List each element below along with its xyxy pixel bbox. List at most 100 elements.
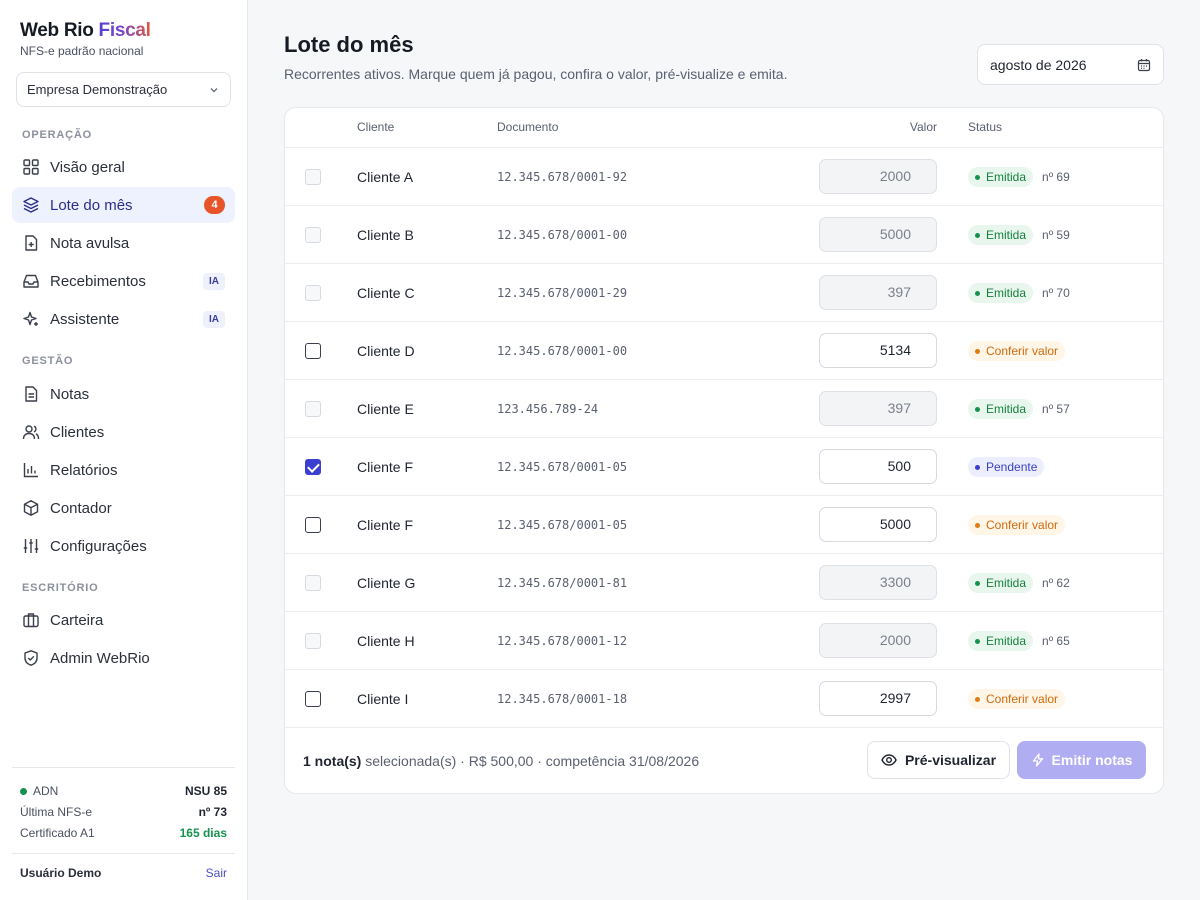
status-label: Conferir valor bbox=[986, 344, 1059, 358]
last-nfse-value: nº 73 bbox=[198, 805, 227, 819]
section-label-operacao: OPERAÇÃO bbox=[22, 129, 92, 141]
status-badge: Emitida bbox=[968, 225, 1034, 245]
valor-input[interactable]: 5000 bbox=[819, 507, 937, 542]
sidebar-item-label: Notas bbox=[50, 385, 90, 403]
brand: Web Rio Fiscal NFS-e padrão nacional bbox=[20, 20, 151, 58]
status-dot-icon bbox=[975, 580, 980, 586]
last-nfse-label: Última NFS-e bbox=[20, 805, 93, 819]
status-cell: Emitida nº 65 bbox=[968, 631, 1070, 651]
chevron-down-icon bbox=[208, 84, 220, 96]
status-badge: Emitida bbox=[968, 631, 1034, 651]
company-selector-value: Empresa Demonstração bbox=[27, 82, 168, 97]
sidebar-item-carteira[interactable]: Carteira bbox=[12, 602, 235, 638]
status-panel: ADN NSU 85 Última NFS-e nº 73 Certificad… bbox=[12, 767, 235, 840]
status-cell: Conferir valor bbox=[968, 689, 1066, 709]
status-badge: Emitida bbox=[968, 167, 1034, 187]
sidebar-item-label: Clientes bbox=[50, 423, 105, 441]
cliente-cell: Cliente F bbox=[357, 459, 414, 475]
user-name: Usuário Demo bbox=[20, 866, 102, 880]
cliente-cell: Cliente G bbox=[357, 575, 416, 591]
column-header-valor: Valor bbox=[909, 120, 937, 134]
sidebar-item-lote-do-mes[interactable]: Lote do mês 4 bbox=[12, 187, 235, 223]
status-dot-icon bbox=[975, 406, 980, 412]
documento-cell: 12.345.678/0001-92 bbox=[497, 170, 628, 184]
table-row: Cliente B 12.345.678/0001-00 5000 Emitida nº… bbox=[285, 206, 1163, 264]
cliente-cell: Cliente E bbox=[357, 401, 414, 417]
status-label: Emitida bbox=[986, 228, 1027, 242]
status-badge: Emitida bbox=[968, 399, 1034, 419]
sidebar-item-admin-webrio[interactable]: Admin WebRio bbox=[12, 640, 235, 676]
valor-input: 3300 bbox=[819, 565, 937, 600]
sidebar-item-label: Visão geral bbox=[50, 158, 125, 176]
emit-notes-button-label: Emitir notas bbox=[1051, 752, 1133, 768]
ia-badge: IA bbox=[203, 310, 225, 328]
valor-input: 2000 bbox=[819, 159, 937, 194]
company-selector[interactable]: Empresa Demonstração bbox=[16, 72, 231, 107]
table-row: Cliente D 12.345.678/0001-00 5134 Conferir … bbox=[285, 322, 1163, 380]
adn-value: NSU 85 bbox=[184, 784, 227, 798]
sidebar-item-label: Contador bbox=[50, 499, 112, 517]
valor-input[interactable]: 5134 bbox=[819, 333, 937, 368]
selected-count: 1 nota(s) bbox=[303, 753, 362, 769]
preview-button[interactable]: Pré-visualizar bbox=[867, 741, 1010, 779]
ia-badge: IA bbox=[203, 272, 225, 290]
sidebar-item-visao-geral[interactable]: Visão geral bbox=[12, 149, 235, 185]
status-cell: Emitida nº 57 bbox=[968, 399, 1070, 419]
sidebar-item-recebimentos[interactable]: Recebimentos IA bbox=[12, 263, 235, 299]
month-picker[interactable]: agosto de 2026 bbox=[977, 44, 1164, 85]
sliders-icon bbox=[22, 537, 40, 555]
nota-number: nº 57 bbox=[1042, 402, 1070, 416]
cliente-cell: Cliente D bbox=[357, 343, 415, 359]
row-checkbox bbox=[305, 633, 321, 649]
status-dot-icon bbox=[975, 638, 980, 644]
valor-input: 397 bbox=[819, 391, 937, 426]
file-text-icon bbox=[22, 385, 40, 403]
row-checkbox[interactable] bbox=[305, 691, 321, 707]
row-checkbox bbox=[305, 575, 321, 591]
page-subtitle: Recorrentes ativos. Marque quem já pagou… bbox=[284, 66, 788, 82]
row-checkbox[interactable] bbox=[305, 517, 321, 533]
adn-row: ADN NSU 85 bbox=[20, 784, 227, 798]
adn-label: ADN bbox=[33, 784, 59, 798]
sidebar-item-label: Lote do mês bbox=[50, 196, 133, 214]
nota-number: nº 62 bbox=[1042, 576, 1070, 590]
row-checkbox[interactable] bbox=[305, 343, 321, 359]
cliente-cell: Cliente C bbox=[357, 285, 415, 301]
sidebar-item-nota-avulsa[interactable]: Nota avulsa bbox=[12, 225, 235, 261]
valor-input[interactable]: 2997 bbox=[819, 681, 937, 716]
documento-cell: 12.345.678/0001-00 bbox=[497, 344, 628, 358]
status-dot-icon bbox=[20, 788, 27, 795]
status-cell: Conferir valor bbox=[968, 515, 1066, 535]
status-label: Emitida bbox=[986, 286, 1027, 300]
sidebar-item-configuracoes[interactable]: Configurações bbox=[12, 528, 235, 564]
status-cell: Conferir valor bbox=[968, 341, 1066, 361]
brand-name-accent: Fiscal bbox=[98, 20, 151, 41]
status-cell: Emitida nº 62 bbox=[968, 573, 1070, 593]
sidebar-item-assistente[interactable]: Assistente IA bbox=[12, 301, 235, 337]
emit-notes-button[interactable]: Emitir notas bbox=[1017, 741, 1146, 779]
valor-input: 2000 bbox=[819, 623, 937, 658]
table-row: Cliente A 12.345.678/0001-92 2000 Emitida nº… bbox=[285, 148, 1163, 206]
valor-input: 5000 bbox=[819, 217, 937, 252]
status-badge: Conferir valor bbox=[968, 515, 1066, 535]
certificate-value: 165 dias bbox=[179, 826, 227, 840]
valor-input[interactable]: 500 bbox=[819, 449, 937, 484]
grid-icon bbox=[22, 158, 40, 176]
row-checkbox[interactable] bbox=[305, 459, 321, 475]
table-header: Cliente Documento Valor Status bbox=[285, 108, 1163, 148]
inbox-icon bbox=[22, 272, 40, 290]
status-label: Emitida bbox=[986, 402, 1027, 416]
nota-number: nº 69 bbox=[1042, 170, 1070, 184]
table-row: Cliente H 12.345.678/0001-12 2000 Emitida nº… bbox=[285, 612, 1163, 670]
preview-button-label: Pré-visualizar bbox=[904, 752, 997, 768]
certificate-label: Certificado A1 bbox=[20, 826, 95, 840]
table-row: Cliente G 12.345.678/0001-81 3300 Emitida nº… bbox=[285, 554, 1163, 612]
sidebar-item-clientes[interactable]: Clientes bbox=[12, 414, 235, 450]
documento-cell: 12.345.678/0001-12 bbox=[497, 634, 628, 648]
selection-summary: 1 nota(s) selecionada(s) · R$ 500,00 · c… bbox=[303, 753, 699, 769]
documento-cell: 12.345.678/0001-00 bbox=[497, 228, 628, 242]
logout-link[interactable]: Sair bbox=[206, 866, 227, 880]
sidebar-item-notas[interactable]: Notas bbox=[12, 376, 235, 412]
sidebar-item-relatorios[interactable]: Relatórios bbox=[12, 452, 235, 488]
sidebar-item-contador[interactable]: Contador bbox=[12, 490, 235, 526]
